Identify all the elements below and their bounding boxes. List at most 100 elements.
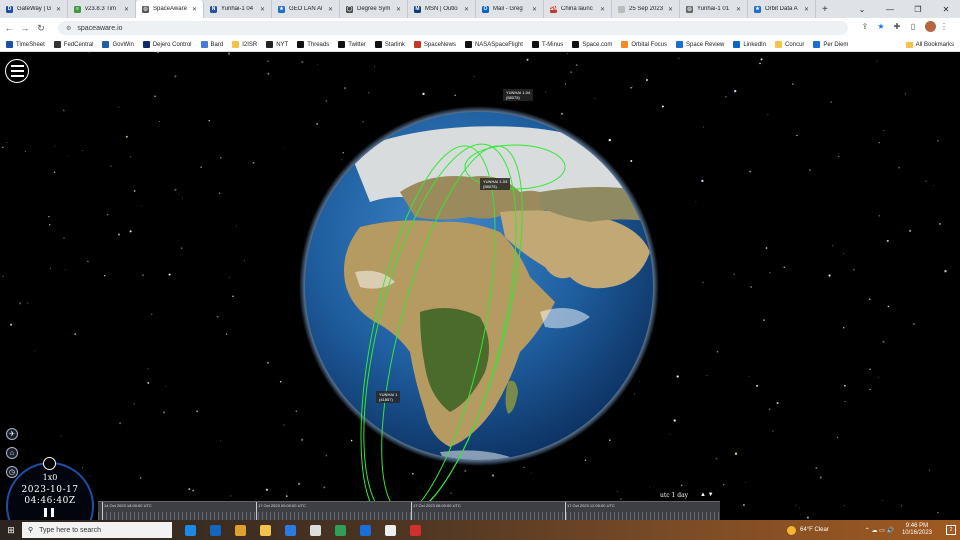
tab-close-icon[interactable]: ✕: [192, 6, 197, 13]
taskbar-app-icon[interactable]: [403, 520, 428, 540]
taskbar-app-icon[interactable]: [253, 520, 278, 540]
tab-close-icon[interactable]: ✕: [600, 6, 605, 13]
browser-tab[interactable]: 25 Sep 2023 ✕: [612, 0, 680, 18]
bookmark-item[interactable]: Orbital Focus: [621, 41, 667, 48]
sat-label-1[interactable]: YUNHAI 1-04 (58075): [503, 89, 534, 101]
bookmark-item[interactable]: Starlink: [374, 41, 405, 48]
side-panel-icon[interactable]: ▯: [905, 22, 921, 31]
bookmark-item[interactable]: I2ISR: [232, 41, 257, 48]
tab-close-icon[interactable]: ✕: [804, 6, 809, 13]
sat-label-2[interactable]: YUNHAI 1-04 (58075): [480, 178, 511, 190]
bookmark-item[interactable]: NYT: [266, 41, 288, 48]
sat-label-3[interactable]: YUNHAI 1 (41857): [376, 391, 401, 403]
taskbar-app-icon[interactable]: [178, 520, 203, 540]
bookmark-item[interactable]: LinkedIn: [733, 41, 766, 48]
tab-close-icon[interactable]: ✕: [124, 6, 129, 13]
tab-close-icon[interactable]: ✕: [668, 6, 673, 13]
star: [140, 205, 142, 207]
tab-search-icon[interactable]: ⌄: [848, 5, 876, 14]
tab-close-icon[interactable]: ✕: [532, 6, 537, 13]
taskbar-app-icon[interactable]: [203, 520, 228, 540]
taskbar-app-icon[interactable]: [228, 520, 253, 540]
star: [74, 333, 77, 336]
satellite-icon[interactable]: ✈: [6, 428, 18, 440]
taskbar-app-icon[interactable]: [378, 520, 403, 540]
tab-close-icon[interactable]: ✕: [328, 6, 333, 13]
star: [67, 155, 69, 157]
bookmark-item[interactable]: SpaceNews: [413, 41, 456, 48]
browser-tab[interactable]: D GateWay | G ✕: [0, 0, 68, 18]
tab-close-icon[interactable]: ✕: [56, 6, 61, 13]
bookmark-item[interactable]: Per Diem: [813, 41, 848, 48]
extensions-icon[interactable]: ✚: [889, 22, 905, 31]
weather-widget[interactable]: 64°F Clear: [787, 525, 829, 535]
tab-close-icon[interactable]: ✕: [736, 6, 741, 13]
notification-icon[interactable]: 2: [946, 525, 956, 535]
browser-tab[interactable]: O Mail - Greg ✕: [476, 0, 544, 18]
browser-tab[interactable]: M MSN | Outlo ✕: [408, 0, 476, 18]
browser-tab[interactable]: ◎ SpaceAware ✕: [136, 0, 204, 18]
tab-label: Yunhai-1 04: [221, 6, 254, 12]
back-button[interactable]: ←: [2, 23, 16, 33]
start-button[interactable]: ⊞: [0, 520, 22, 540]
bookmark-item[interactable]: NASASpaceFlight: [464, 41, 523, 48]
url-input[interactable]: ⚙ spaceaware.io: [58, 21, 848, 35]
close-window-button[interactable]: ✕: [932, 5, 960, 14]
star: [317, 64, 318, 66]
timeline-zoom-arrows[interactable]: ▲ ▼: [700, 492, 714, 498]
taskbar-app-icon[interactable]: [303, 520, 328, 540]
bookmark-item[interactable]: Space Review: [676, 41, 724, 48]
taskbar-app-icon[interactable]: [278, 520, 303, 540]
site-info-icon[interactable]: ⚙: [66, 25, 71, 32]
browser-tab[interactable]: ≡ v23.8.3 Tim ✕: [68, 0, 136, 18]
browser-tab[interactable]: ◯ Degree Sym ✕: [340, 0, 408, 18]
more-menu-icon[interactable]: ⋮: [936, 22, 952, 31]
bookmark-item[interactable]: Bard: [200, 41, 223, 48]
pause-button[interactable]: [44, 508, 54, 517]
timeline-ticks: [98, 512, 720, 520]
bookmark-item[interactable]: Threads: [297, 41, 329, 48]
timeline-bar[interactable]: 14 Oct 2023 18:00:00 UTC 17 Oct 2023 00:…: [98, 501, 720, 520]
bookmark-item[interactable]: GovWin: [102, 41, 134, 48]
globe-viewport[interactable]: YUNHAI 1-04 (58075) YUNHAI 1-04 (58075) …: [0, 52, 960, 520]
browser-tab[interactable]: ◎ Yunhai-1 01 ✕: [680, 0, 748, 18]
hamburger-menu-button[interactable]: [5, 59, 29, 83]
bookmark-item[interactable]: FedCentral: [53, 41, 93, 48]
profile-avatar[interactable]: [925, 21, 936, 32]
bookmark-item[interactable]: Dejero Control: [142, 41, 192, 48]
star: [743, 504, 745, 506]
star: [65, 269, 67, 271]
speed-knob[interactable]: [43, 457, 56, 470]
browser-tab[interactable]: ★ Orbit Data A ✕: [748, 0, 816, 18]
new-tab-button[interactable]: +: [816, 4, 834, 15]
browser-tab[interactable]: N Yunhai-1 04 ✕: [204, 0, 272, 18]
taskbar-app-icon[interactable]: [353, 520, 378, 540]
star: [133, 190, 136, 192]
taskbar-search-input[interactable]: ⚲ Type here to search: [22, 522, 172, 538]
forward-button[interactable]: →: [18, 23, 32, 33]
taskbar-clock[interactable]: 9:46 PM 10/16/2023: [902, 523, 932, 537]
tab-close-icon[interactable]: ✕: [464, 6, 469, 13]
bookmark-item[interactable]: TimeSheet: [6, 41, 45, 48]
bookmark-star-icon[interactable]: ★: [873, 22, 889, 31]
reload-button[interactable]: ↻: [34, 23, 48, 34]
browser-tab[interactable]: SN China launc ✕: [544, 0, 612, 18]
minimize-button[interactable]: —: [876, 5, 904, 14]
star: [809, 169, 811, 171]
restore-button[interactable]: ❐: [904, 5, 932, 14]
all-bookmarks[interactable]: All Bookmarks: [905, 38, 954, 52]
bookmark-item[interactable]: Concur: [775, 41, 804, 48]
share-icon[interactable]: ⇪: [857, 22, 873, 31]
tray-icons[interactable]: ⌃ ☁ ▭ 🔊: [865, 527, 894, 534]
tab-favicon-icon: ★: [754, 5, 761, 13]
bookmark-item[interactable]: Twitter: [338, 41, 366, 48]
tab-close-icon[interactable]: ✕: [396, 6, 401, 13]
bookmark-item[interactable]: Space.com: [572, 41, 612, 48]
bookmark-item[interactable]: T-Minus: [531, 41, 563, 48]
star: [632, 86, 633, 88]
home-icon[interactable]: ⌂: [6, 447, 18, 459]
taskbar-app-icon[interactable]: [328, 520, 353, 540]
tab-close-icon[interactable]: ✕: [260, 6, 265, 13]
browser-tab[interactable]: ★ GEO LAN Al ✕: [272, 0, 340, 18]
star: [147, 368, 149, 370]
